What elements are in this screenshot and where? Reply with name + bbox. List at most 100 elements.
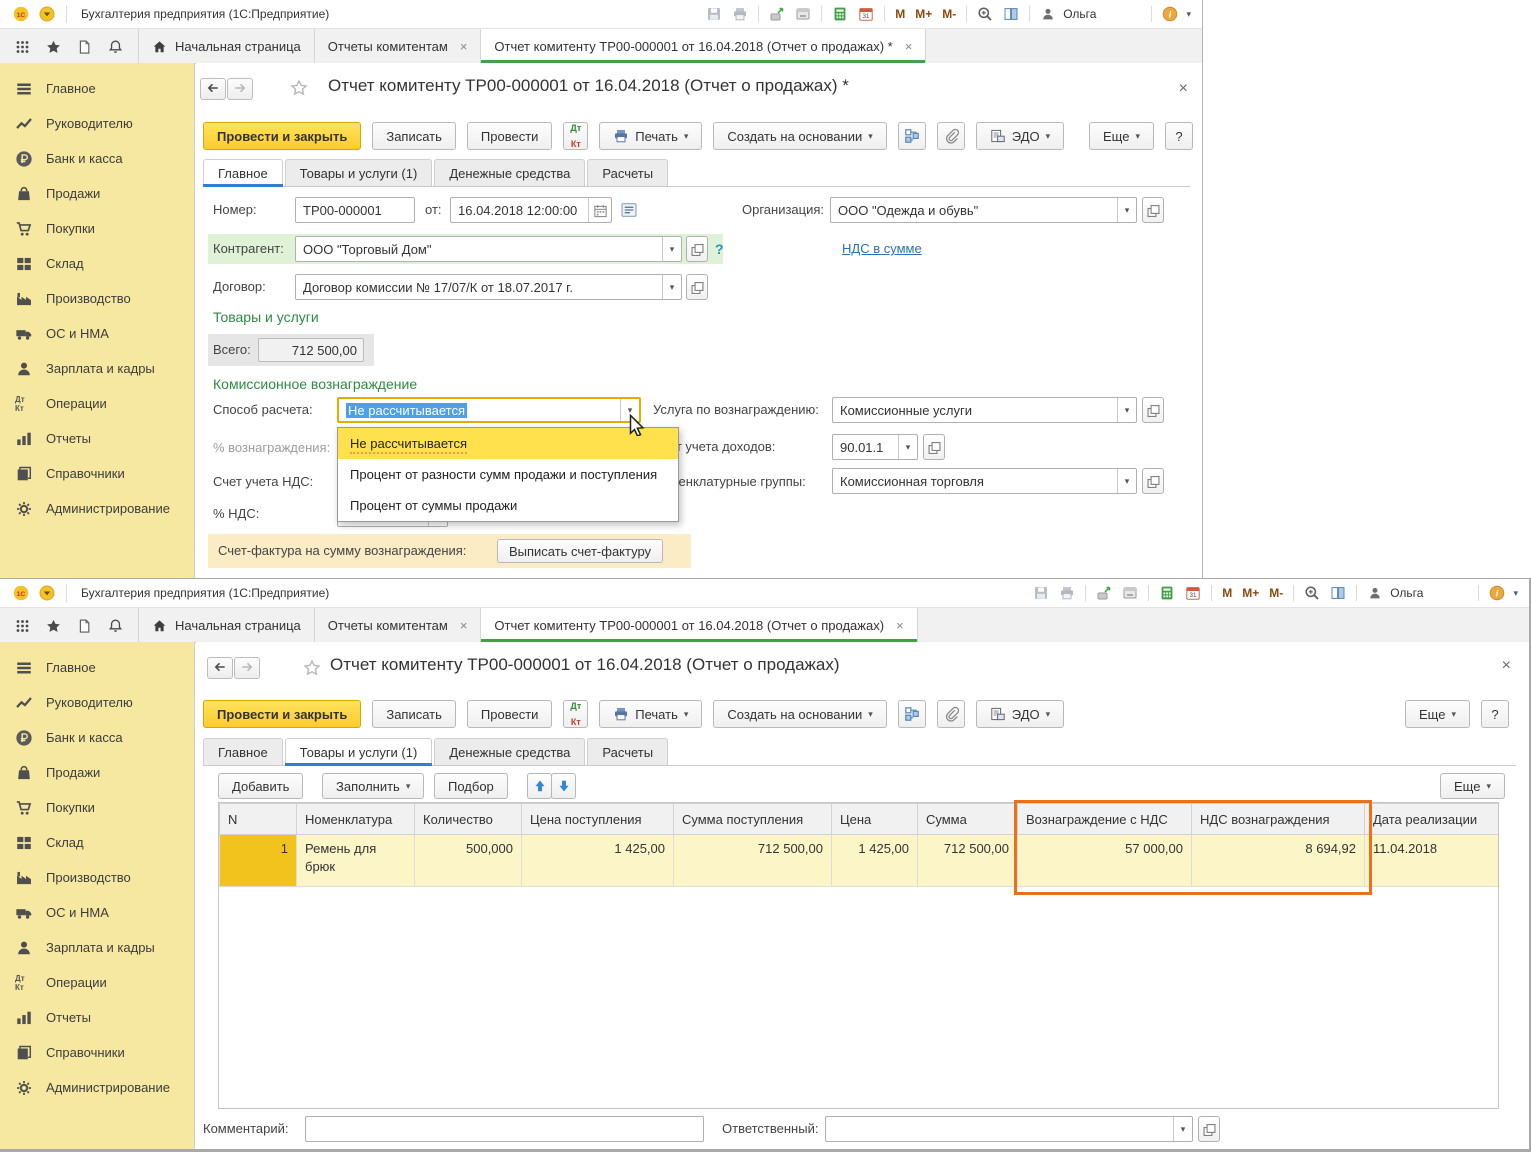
user-name[interactable]: Ольга bbox=[1063, 7, 1096, 21]
service-open-button[interactable] bbox=[1142, 397, 1164, 423]
sidebar-item-spravochniki[interactable]: Справочники bbox=[0, 456, 194, 491]
m-minus-button[interactable]: M- bbox=[942, 7, 956, 21]
column-header[interactable]: Дата реализации bbox=[1365, 804, 1499, 835]
date-field[interactable]: 16.04.2018 12:00:00 bbox=[450, 197, 612, 223]
organization-open-button[interactable] bbox=[1142, 197, 1164, 223]
save-icon[interactable] bbox=[1033, 585, 1049, 601]
split-view-icon[interactable] bbox=[1330, 585, 1346, 601]
chevron-down-icon[interactable]: ▾ bbox=[620, 399, 639, 421]
post-and-close-button[interactable]: Провести и закрыть bbox=[203, 122, 361, 150]
more-button[interactable]: Еще▾ bbox=[1405, 700, 1470, 728]
responsible-open-button[interactable] bbox=[1198, 1116, 1220, 1142]
favorites-icon[interactable] bbox=[46, 39, 61, 54]
split-view-icon[interactable] bbox=[1003, 6, 1019, 22]
print-button[interactable]: Печать▾ bbox=[599, 700, 702, 728]
import-data-icon[interactable] bbox=[795, 6, 811, 22]
main-menu-icon[interactable] bbox=[39, 585, 55, 601]
table-cell[interactable]: 1 bbox=[220, 835, 297, 887]
chevron-down-icon[interactable]: ▾ bbox=[1117, 469, 1136, 493]
forward-button[interactable] bbox=[234, 657, 260, 679]
notifications-icon[interactable] bbox=[108, 39, 123, 54]
structure-button[interactable] bbox=[898, 700, 926, 728]
print-icon[interactable] bbox=[732, 6, 748, 22]
column-header[interactable]: Сумма bbox=[918, 804, 1018, 835]
info-icon[interactable]: i bbox=[1162, 6, 1178, 22]
back-button[interactable] bbox=[200, 78, 226, 100]
chevron-down-icon[interactable]: ▾ bbox=[1117, 198, 1136, 222]
add-row-button[interactable]: Добавить bbox=[218, 773, 303, 799]
fill-button[interactable]: Заполнить▾ bbox=[322, 773, 424, 799]
sidebar-item-rukovoditelyu[interactable]: Руководителю bbox=[0, 685, 194, 720]
dtkt-button[interactable]: ДтКт bbox=[563, 700, 588, 728]
back-button[interactable] bbox=[207, 657, 233, 679]
save-button[interactable]: Записать bbox=[372, 700, 456, 728]
chevron-down-icon[interactable]: ▾ bbox=[1173, 1117, 1192, 1141]
close-tab-icon[interactable]: × bbox=[905, 39, 913, 54]
tab-settlements[interactable]: Расчеты bbox=[587, 159, 668, 186]
sidebar-item-operatsii[interactable]: ДтКтОперации bbox=[0, 965, 194, 1000]
contragent-help-icon[interactable]: ? bbox=[715, 236, 724, 262]
more-button[interactable]: Еще▾ bbox=[1089, 122, 1154, 150]
history-icon[interactable] bbox=[77, 39, 92, 54]
sidebar-item-sklad[interactable]: Склад bbox=[0, 825, 194, 860]
tab-home[interactable]: Начальная страница bbox=[138, 29, 315, 63]
close-form-icon[interactable]: × bbox=[1179, 81, 1188, 97]
sidebar-item-otchety[interactable]: Отчеты bbox=[0, 1000, 194, 1035]
income-account-combo[interactable]: 90.01.1 ▾ bbox=[832, 434, 918, 460]
column-header[interactable]: Цена поступления bbox=[522, 804, 674, 835]
calendar-icon[interactable]: 31 bbox=[1185, 585, 1201, 601]
sidebar-item-spravochniki[interactable]: Справочники bbox=[0, 1035, 194, 1070]
tab-document[interactable]: Отчет комитенту ТР00-000001 от 16.04.201… bbox=[481, 29, 926, 63]
move-down-button[interactable] bbox=[551, 773, 576, 799]
dropdown-option[interactable]: Процент от суммы продажи bbox=[338, 490, 678, 521]
column-header[interactable]: N bbox=[220, 804, 297, 835]
notifications-icon[interactable] bbox=[108, 618, 123, 633]
comment-field[interactable] bbox=[305, 1116, 704, 1142]
sidebar-item-sklad[interactable]: Склад bbox=[0, 246, 194, 281]
move-up-button[interactable] bbox=[527, 773, 552, 799]
table-row[interactable]: 1Ремень для брюк500,0001 425,00712 500,0… bbox=[220, 835, 1499, 887]
chevron-down-icon[interactable]: ▾ bbox=[662, 237, 681, 261]
tab-money[interactable]: Денежные средства bbox=[434, 159, 585, 186]
column-header[interactable]: НДС вознаграждения bbox=[1192, 804, 1365, 835]
sidebar-item-rukovoditelyu[interactable]: Руководителю bbox=[0, 106, 194, 141]
nom-group-open-button[interactable] bbox=[1142, 468, 1164, 494]
column-header[interactable]: Номенклатура bbox=[297, 804, 415, 835]
nom-group-combo[interactable]: Комиссионная торговля ▾ bbox=[832, 468, 1137, 494]
edo-button[interactable]: ЭДО▾ bbox=[976, 122, 1064, 150]
sidebar-item-os-nma[interactable]: ОС и НМА bbox=[0, 316, 194, 351]
column-header[interactable]: Вознаграждение с НДС bbox=[1018, 804, 1192, 835]
column-header[interactable]: Количество bbox=[415, 804, 522, 835]
save-button[interactable]: Записать bbox=[372, 122, 456, 150]
favorites-icon[interactable] bbox=[46, 618, 61, 633]
sidebar-item-zarplata-kadry[interactable]: Зарплата и кадры bbox=[0, 351, 194, 386]
pick-button[interactable]: Подбор bbox=[434, 773, 508, 799]
m-plus-button[interactable]: M+ bbox=[1242, 586, 1259, 600]
attachments-button[interactable] bbox=[937, 700, 965, 728]
tab-document[interactable]: Отчет комитенту ТР00-000001 от 16.04.201… bbox=[481, 608, 917, 642]
zoom-icon[interactable] bbox=[977, 6, 993, 22]
sidebar-item-glavnoe[interactable]: Главное bbox=[0, 650, 194, 685]
table-cell[interactable]: 712 500,00 bbox=[674, 835, 832, 887]
close-tab-icon[interactable]: × bbox=[896, 618, 904, 633]
sidebar-item-pokupki[interactable]: Покупки bbox=[0, 790, 194, 825]
column-header[interactable]: Цена bbox=[832, 804, 918, 835]
m-button[interactable]: M bbox=[1222, 586, 1232, 600]
export-data-icon[interactable] bbox=[769, 6, 785, 22]
sidebar-item-administrirovanie[interactable]: Администрирование bbox=[0, 1070, 194, 1105]
save-icon[interactable] bbox=[706, 6, 722, 22]
tab-home[interactable]: Начальная страница bbox=[138, 608, 315, 642]
tab-reports[interactable]: Отчеты комитентам × bbox=[315, 608, 482, 642]
create-based-on-button[interactable]: Создать на основании▾ bbox=[713, 700, 886, 728]
tab-main[interactable]: Главное bbox=[203, 738, 283, 765]
calendar-button[interactable] bbox=[588, 198, 611, 222]
tab-settlements[interactable]: Расчеты bbox=[587, 738, 668, 765]
sidebar-item-glavnoe[interactable]: Главное bbox=[0, 71, 194, 106]
chevron-down-icon[interactable]: ▾ bbox=[898, 435, 917, 459]
sidebar-item-pokupki[interactable]: Покупки bbox=[0, 211, 194, 246]
income-account-open-button[interactable] bbox=[923, 434, 945, 460]
table-cell[interactable]: 8 694,92 bbox=[1192, 835, 1365, 887]
table-cell[interactable]: 57 000,00 bbox=[1018, 835, 1192, 887]
create-based-on-button[interactable]: Создать на основании▾ bbox=[713, 122, 886, 150]
history-icon[interactable] bbox=[77, 618, 92, 633]
